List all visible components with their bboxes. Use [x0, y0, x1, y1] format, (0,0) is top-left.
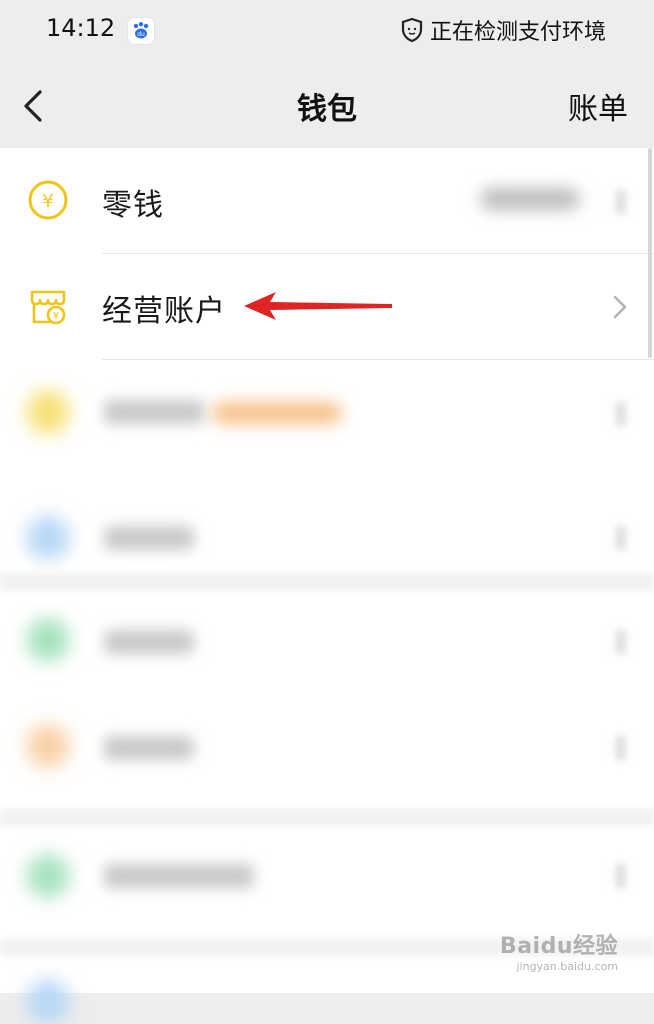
- business-account-label: 经营账户: [102, 294, 226, 329]
- blurred-icon: [26, 390, 70, 434]
- chevron-right-icon: [616, 190, 626, 214]
- payment-check-status: 正在检测支付环境: [400, 14, 606, 46]
- chevron-right-icon: [616, 402, 626, 426]
- blurred-text: [104, 400, 204, 424]
- blurred-icon: [26, 618, 70, 662]
- status-time: 14:12: [46, 14, 116, 42]
- svg-text:du: du: [137, 31, 145, 38]
- blurred-icon: [26, 854, 70, 898]
- blurred-icon: [26, 980, 70, 1024]
- watermark-url: jingyan.baidu.com: [516, 960, 618, 973]
- blurred-list-item[interactable]: [0, 360, 654, 466]
- blurred-badge: [212, 402, 342, 424]
- chevron-right-icon: [616, 736, 626, 760]
- chevron-right-icon: [616, 630, 626, 654]
- blurred-text: [104, 736, 194, 760]
- nav-bar: 钱包 账单: [0, 64, 654, 148]
- baidu-paw-icon: du: [128, 18, 154, 44]
- chevron-right-icon: [616, 526, 626, 550]
- annotation-arrow: [244, 292, 392, 320]
- yuan-coin-icon: ¥: [28, 180, 68, 220]
- blurred-list-item[interactable]: [0, 594, 654, 700]
- svg-text:¥: ¥: [53, 311, 59, 322]
- page-title: 钱包: [297, 92, 357, 127]
- payment-check-text: 正在检测支付环境: [429, 20, 606, 45]
- store-account-icon: ¥: [30, 290, 66, 325]
- blurred-text: [104, 864, 254, 888]
- baidu-jingyan-watermark: Baidu经验 jingyan.baidu.com: [498, 928, 618, 973]
- blurred-list-item[interactable]: [0, 466, 654, 572]
- bill-button[interactable]: 账单: [568, 84, 628, 128]
- scrollbar[interactable]: [648, 148, 652, 358]
- blurred-list-item[interactable]: [0, 828, 654, 934]
- shield-icon: [401, 17, 423, 43]
- list-item-change[interactable]: ¥ 零钱: [0, 148, 654, 254]
- blurred-icon: [26, 516, 70, 560]
- blurred-text: [104, 526, 194, 550]
- section-gap: [0, 573, 654, 591]
- svg-text:¥: ¥: [42, 191, 53, 212]
- chevron-right-icon: [613, 295, 627, 319]
- status-bar: 14:12 du 正在检测支付环境: [0, 0, 654, 64]
- chevron-right-icon: [616, 864, 626, 888]
- blurred-icon: [26, 724, 70, 768]
- blurred-balance: [480, 188, 580, 210]
- blurred-text: [104, 630, 194, 654]
- section-gap: [0, 808, 654, 826]
- blurred-list-item[interactable]: [0, 700, 654, 806]
- wallet-list: ¥ 零钱 ¥ 经营账户: [0, 148, 654, 1024]
- change-label: 零钱: [102, 188, 164, 223]
- watermark-logo: Baidu经验: [499, 934, 618, 959]
